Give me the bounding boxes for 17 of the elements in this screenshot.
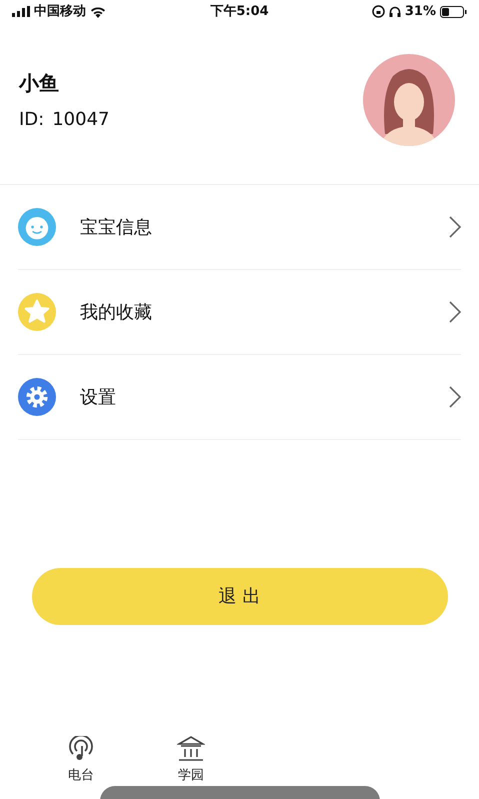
status-time: 下午5:04 (210, 4, 269, 20)
battery-percent: 31% (404, 3, 436, 22)
carrier-name: 中国移动 (34, 3, 86, 22)
menu-item[interactable]: 我的收藏 (18, 270, 461, 355)
logout-button[interactable]: 退 出 (32, 568, 448, 625)
id-label: ID: (19, 108, 44, 132)
chevron-right-icon (449, 386, 461, 408)
chevron-right-icon (449, 216, 461, 238)
user-id: 10047 (52, 108, 110, 132)
radio-tower-icon (67, 736, 95, 762)
user-name: 小鱼 (19, 70, 60, 96)
tab-bar-item[interactable]: 电台 (26, 736, 136, 786)
tab-bar-item[interactable]: 学园 (136, 736, 246, 786)
menu-item[interactable]: 设置 (18, 355, 461, 440)
chevron-right-icon (449, 301, 461, 323)
building-icon (177, 736, 205, 762)
menu-item[interactable]: 宝宝信息 (18, 185, 461, 270)
